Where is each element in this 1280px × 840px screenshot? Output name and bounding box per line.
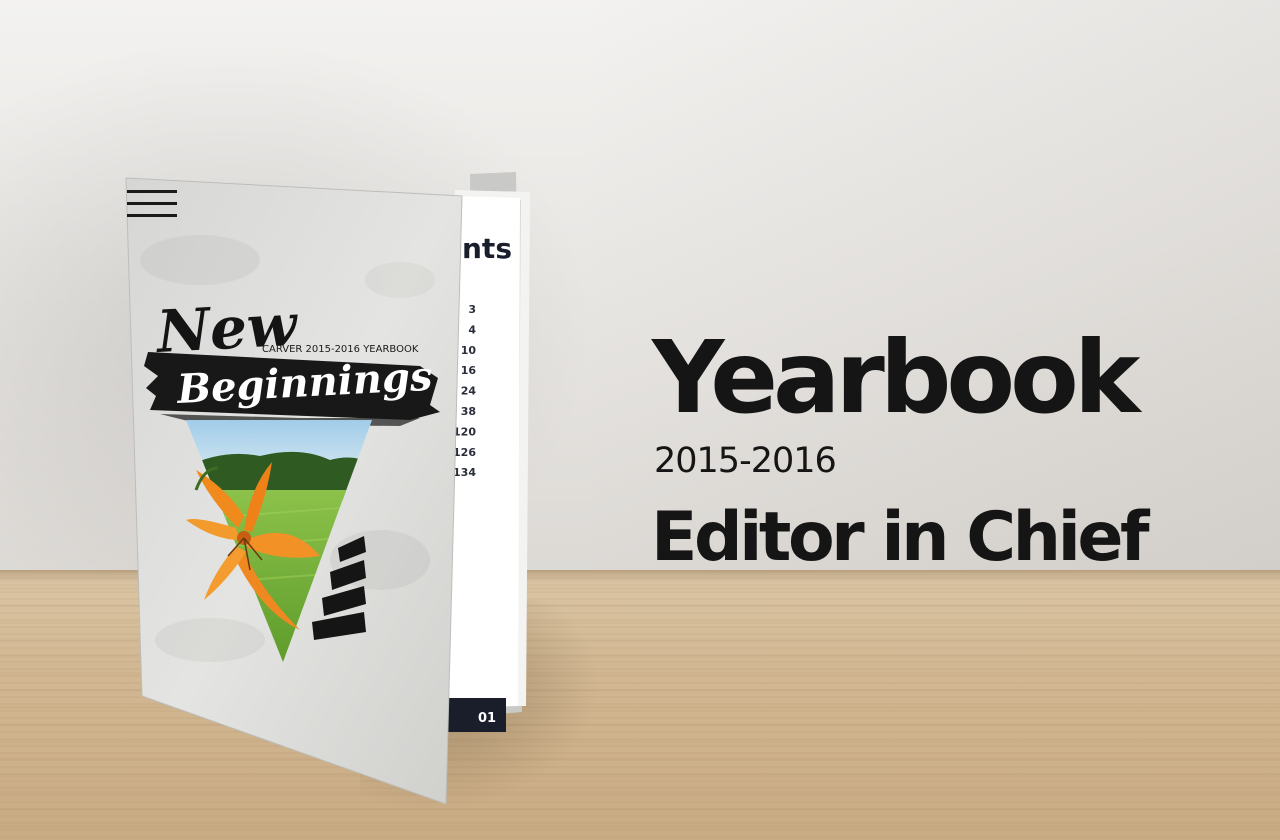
year-range: 2015-2016: [654, 441, 837, 481]
toc-page-number: 4: [468, 323, 476, 336]
toc-page-number: 16: [461, 364, 477, 377]
page-number-bar: [446, 698, 506, 732]
toc-page-number: 126: [453, 446, 476, 459]
toc-page-number: 3: [468, 303, 476, 316]
role-title: Editor in Chief: [651, 498, 1150, 577]
page-number: 01: [478, 711, 496, 726]
toc-page-number: 24: [461, 385, 477, 398]
inner-page-heading: nts: [462, 232, 512, 265]
toc-page-number: 10: [461, 344, 477, 357]
cover-subtitle: CARVER 2015-2016 YEARBOOK: [262, 344, 419, 355]
toc-page-number: 134: [453, 466, 476, 479]
toc-page-number: 38: [461, 405, 476, 418]
toc-page-number: 120: [453, 425, 476, 438]
headline: Yearbook: [652, 319, 1140, 436]
